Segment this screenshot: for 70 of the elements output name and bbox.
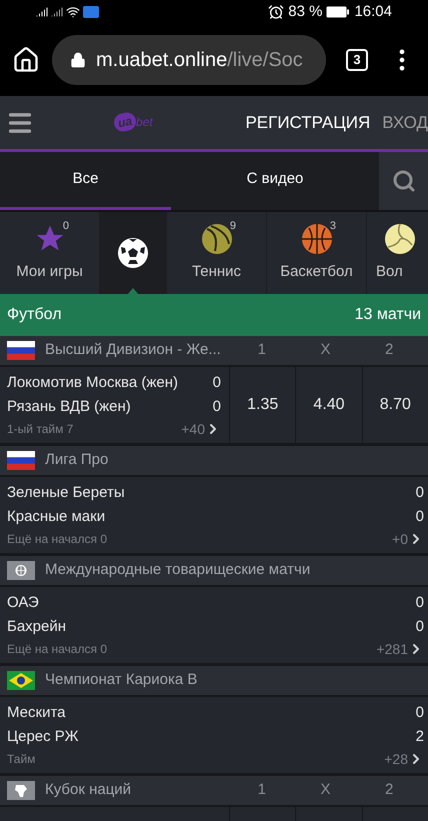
register-link[interactable]: РЕГИСТРАЦИЯ xyxy=(245,110,370,136)
league-name: Высший Дивизион - Же... xyxy=(45,340,222,360)
more-markets-button[interactable]: +40 xyxy=(181,418,221,440)
battery-icon xyxy=(326,6,350,18)
odds-button[interactable]: 8.70 xyxy=(380,393,411,417)
alarm-icon xyxy=(268,4,284,20)
globe-icon xyxy=(7,561,35,580)
url-text: m.uabet.online/live/Soc xyxy=(96,48,303,73)
sport-count: 3 xyxy=(330,219,336,234)
team-score: 0 xyxy=(416,702,424,723)
volleyball-icon xyxy=(384,222,416,255)
lock-icon xyxy=(70,52,86,68)
team-score: 0 xyxy=(416,616,424,637)
search-button[interactable] xyxy=(379,152,428,210)
team-name: Рязань ВДВ (жен) xyxy=(7,396,131,417)
odds-header: 2 xyxy=(384,340,394,360)
odds-header: 1 xyxy=(256,340,267,360)
flag-icon xyxy=(7,341,35,360)
africa-icon xyxy=(7,781,35,800)
sport-count: 0 xyxy=(62,219,69,234)
match-status: Тайм xyxy=(7,751,36,768)
team-score: 0 xyxy=(416,506,424,527)
league-name: Международные товарищеские матчи xyxy=(45,560,310,580)
odds-header: 1 xyxy=(256,780,267,800)
soccer-ball-icon xyxy=(117,237,149,269)
tab-count-button[interactable]: 3 xyxy=(346,49,368,71)
team-name: Мескита xyxy=(7,702,66,723)
filter-tab[interactable]: С видео xyxy=(171,152,379,210)
league-name: Лига Про xyxy=(45,450,108,470)
logo: ua bet xyxy=(114,112,153,130)
wifi-icon xyxy=(66,5,80,19)
clock: 16:04 xyxy=(354,2,392,22)
sport-count: 9 xyxy=(230,219,236,234)
match-status: 1-ый тайм 7 xyxy=(7,421,74,438)
team-score: 0 xyxy=(212,396,221,417)
team-name: Красные маки xyxy=(7,506,106,527)
more-markets-button[interactable]: +28 xyxy=(384,748,424,770)
login-link[interactable]: ВХОД xyxy=(382,110,428,136)
team-name: ОАЭ xyxy=(7,592,39,613)
league-name: Чемпионат Кариока B xyxy=(45,670,198,690)
odds-header: X xyxy=(320,780,332,800)
team-name: Церес РЖ xyxy=(7,726,78,747)
more-markets-button[interactable]: +0 xyxy=(392,528,424,550)
flag-icon xyxy=(7,451,35,470)
team-name: Зеленые Береты xyxy=(7,482,125,503)
match-status: Ещё на начался 0 xyxy=(7,531,107,548)
signal-icon xyxy=(36,6,48,18)
team-name: Бахрейн xyxy=(7,616,66,637)
odds-button[interactable]: 1.35 xyxy=(247,393,278,417)
home-button[interactable] xyxy=(12,46,40,74)
battery-percent: 83 % xyxy=(288,2,322,22)
sport-tab[interactable] xyxy=(100,212,167,294)
team-score: 2 xyxy=(416,726,424,747)
team-name: Локомотив Москва (жен) xyxy=(7,372,178,393)
message-icon xyxy=(83,6,99,18)
team-score: 0 xyxy=(212,372,221,393)
league-name: Кубок наций xyxy=(45,780,132,800)
odds-header: X xyxy=(320,340,332,360)
address-bar[interactable]: m.uabet.online/live/Soc xyxy=(52,35,326,85)
search-icon xyxy=(392,169,416,193)
signal-icon xyxy=(51,6,63,18)
match-status: Ещё на начался 0 xyxy=(7,641,107,658)
match-count: 13 матчи xyxy=(354,305,421,325)
section-title: Футбол xyxy=(7,305,62,325)
odds-header: 2 xyxy=(384,780,394,800)
team-score: 0 xyxy=(416,592,424,613)
more-markets-button[interactable]: +281 xyxy=(376,638,424,660)
flag-icon xyxy=(7,671,35,690)
odds-button[interactable]: 4.40 xyxy=(313,393,345,417)
team-score: 0 xyxy=(416,482,424,503)
